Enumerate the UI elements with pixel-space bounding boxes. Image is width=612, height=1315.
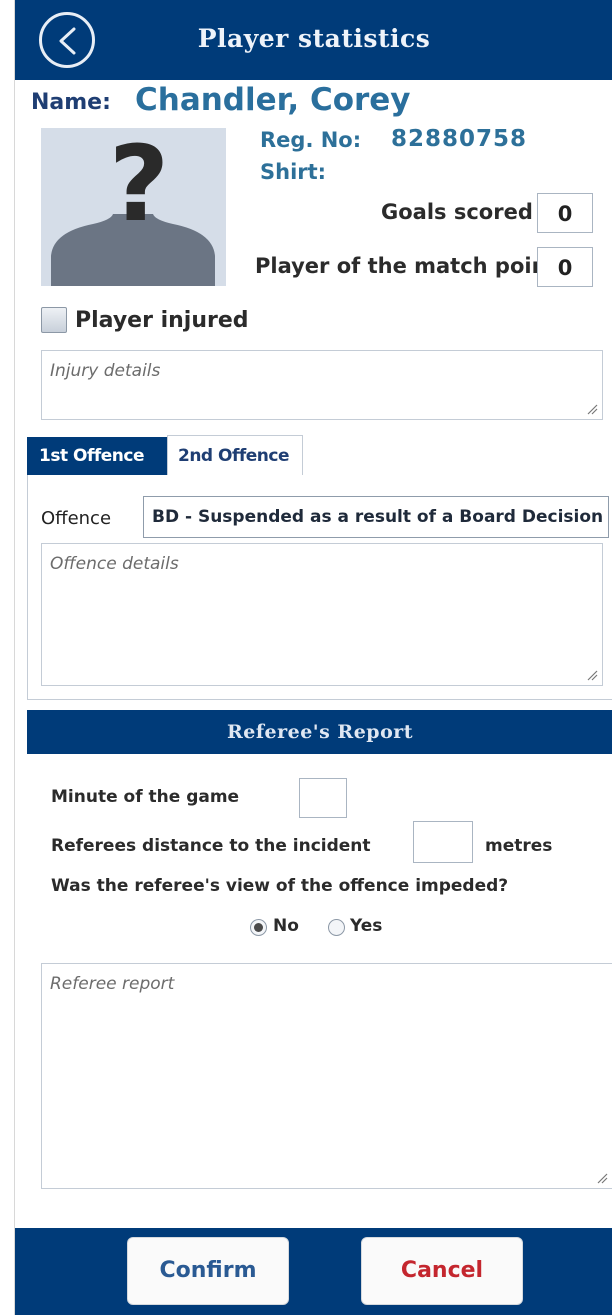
player-avatar: ? (41, 128, 226, 286)
tab-1st-offence[interactable]: 1st Offence (27, 437, 167, 475)
shirt-label: Shirt: (260, 160, 327, 184)
injury-details-textarea[interactable]: Injury details (41, 350, 603, 420)
reg-no-value: 82880758 (391, 126, 528, 152)
referee-report-placeholder: Referee report (50, 974, 175, 994)
header-bar: Player statistics (15, 0, 612, 80)
cancel-button[interactable]: Cancel (361, 1237, 523, 1305)
impeded-no-label: No (273, 916, 299, 936)
referee-distance-input[interactable] (413, 821, 473, 863)
tab-2nd-offence[interactable]: 2nd Offence (167, 435, 303, 475)
minute-of-game-label: Minute of the game (51, 787, 240, 807)
resize-grip-icon[interactable] (596, 1172, 608, 1184)
impeded-yes-radio[interactable] (328, 919, 345, 936)
player-statistics-screen: Player statistics Name: Chandler, Corey … (14, 0, 612, 1315)
name-label: Name: (31, 90, 111, 115)
offence-select[interactable]: BD - Suspended as a result of a Board De… (143, 496, 609, 538)
offence-details-textarea[interactable]: Offence details (41, 543, 603, 686)
unknown-player-avatar-icon: ? (51, 128, 215, 286)
referee-report-title: Referee's Report (226, 721, 414, 743)
distance-unit-label: metres (485, 836, 553, 856)
resize-grip-icon[interactable] (586, 403, 598, 415)
confirm-button[interactable]: Confirm (127, 1237, 289, 1305)
goals-scored-input[interactable]: 0 (537, 193, 593, 233)
referee-report-textarea[interactable]: Referee report (41, 963, 612, 1189)
player-name: Chandler, Corey (135, 82, 411, 118)
offence-label: Offence (41, 508, 112, 529)
player-of-match-input[interactable]: 0 (537, 247, 593, 287)
player-injured-label: Player injured (75, 308, 249, 333)
impeded-no-radio[interactable] (250, 919, 267, 936)
view-impeded-question: Was the referee's view of the offence im… (51, 876, 509, 896)
minute-of-game-input[interactable] (299, 778, 347, 818)
impeded-yes-label: Yes (350, 916, 383, 936)
reg-no-label: Reg. No: (260, 128, 362, 152)
page-title: Player statistics (197, 24, 431, 53)
resize-grip-icon[interactable] (586, 669, 598, 681)
player-of-match-label: Player of the match points (255, 254, 570, 278)
goals-scored-label: Goals scored (381, 200, 533, 224)
offence-details-placeholder: Offence details (50, 554, 179, 574)
referee-distance-label: Referees distance to the incident (51, 836, 371, 856)
referee-report-bar: Referee's Report (27, 710, 612, 754)
svg-text:?: ? (109, 128, 169, 245)
injury-details-placeholder: Injury details (50, 361, 161, 381)
player-injured-checkbox[interactable] (41, 307, 67, 333)
